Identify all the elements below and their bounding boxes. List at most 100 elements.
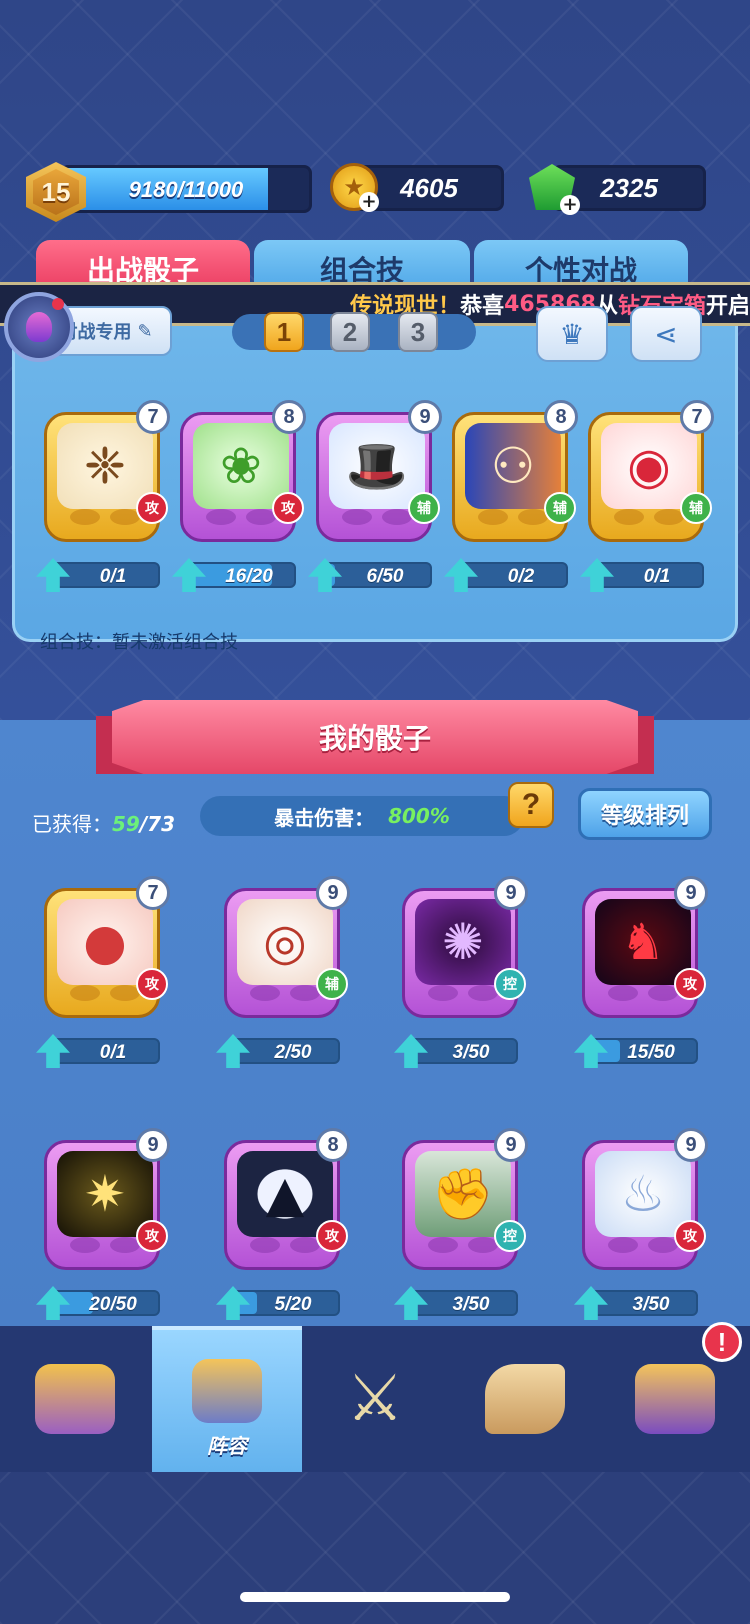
crown-button[interactable]: ♛ <box>536 306 608 362</box>
spellbook-icon <box>635 1364 715 1434</box>
dice-card[interactable]: ⚇ 8 辅 <box>452 400 578 552</box>
avatar-button[interactable] <box>4 292 74 362</box>
dice-progress-text: 6/50 <box>366 566 404 587</box>
deck-page-1-button[interactable]: 1 <box>264 312 304 352</box>
dice-level-badge: 9 <box>408 400 442 434</box>
dice-level-badge: 8 <box>544 400 578 434</box>
notification-dot <box>52 298 64 310</box>
ticker-text: 恭喜 <box>460 294 505 319</box>
dice-card[interactable]: ✺ 9 控 <box>402 876 528 1028</box>
plus-icon: + <box>560 195 580 215</box>
nav-lineup[interactable]: 阵容 <box>152 1326 302 1472</box>
dice-role-tag: 攻 <box>674 968 706 1000</box>
bandaged-fist-icon: ✊ <box>415 1151 511 1237</box>
crit-label: 暴击伤害： <box>274 805 375 830</box>
page-number: 1 <box>276 316 292 347</box>
dice-role-tag: 辅 <box>316 968 348 1000</box>
share-button[interactable]: ⋖ <box>630 306 702 362</box>
dice-card[interactable]: ● 7 攻 <box>44 876 170 1028</box>
dice-face-glyph: ◎ <box>263 913 307 971</box>
meat-icon: ● <box>57 899 153 985</box>
dice-face-glyph: ❀ <box>220 437 262 495</box>
dice-face-glyph: 🎩 <box>345 436 409 495</box>
home-indicator <box>240 1592 510 1602</box>
dice-progress-text: 0/1 <box>643 566 671 587</box>
dice-pips <box>609 509 689 527</box>
dice-progress-text: 3/50 <box>452 1294 490 1315</box>
deck-page-3-button[interactable]: 3 <box>398 312 438 352</box>
nav-quests[interactable] <box>450 1326 600 1472</box>
dice-pips <box>473 509 553 527</box>
page-number: 2 <box>342 316 358 347</box>
dice-card[interactable]: ◎ 9 辅 <box>224 876 350 1028</box>
dice-card[interactable]: ◉ 7 辅 <box>588 400 714 552</box>
twin-silhouette-icon: ⚇ <box>465 423 561 509</box>
dice-pips <box>423 1237 503 1255</box>
spiky-hair-icon: ❈ <box>57 423 153 509</box>
demon-mask-icon: ♞ <box>595 899 691 985</box>
dice-body: ✷ <box>44 1140 160 1270</box>
obtained-total: /73 <box>139 812 175 836</box>
crossed-swords-icon: ⚔ <box>346 1362 404 1436</box>
dice-role-tag: 辅 <box>680 492 712 524</box>
dice-face-glyph: ⚇ <box>490 437 536 495</box>
dice-role-tag: 攻 <box>674 1220 706 1252</box>
dice-role-tag: 控 <box>494 1220 526 1252</box>
dice-role-tag: 攻 <box>272 492 304 524</box>
nav-shop[interactable] <box>0 1326 150 1472</box>
dice-card[interactable]: 🎩 9 辅 <box>316 400 442 552</box>
dice-pips <box>603 1237 683 1255</box>
dice-card[interactable]: ✷ 9 攻 <box>44 1128 170 1280</box>
level-number: 15 <box>33 169 79 215</box>
dice-card[interactable]: ❈ 7 攻 <box>44 400 170 552</box>
dice-progress-text: 0/1 <box>99 566 127 587</box>
dice-pips <box>423 985 503 1003</box>
dice-face-glyph: ● <box>83 913 127 971</box>
dice-progress-text: 16/20 <box>225 566 273 587</box>
dice-card[interactable]: ♞ 9 攻 <box>582 876 708 1028</box>
dice-progress-text: 20/50 <box>89 1294 137 1315</box>
coin-amount: 4605 <box>400 172 458 203</box>
dice-card[interactable]: ✊ 9 控 <box>402 1128 528 1280</box>
my-dice-ribbon: 我的骰子 <box>112 700 638 774</box>
dice-card[interactable]: ❀ 8 攻 <box>180 400 306 552</box>
dice-role-tag: 攻 <box>136 968 168 1000</box>
dice-body: ⚇ <box>452 412 568 542</box>
red-hat-icon: ◉ <box>601 423 697 509</box>
howling-wolf-icon: ▲ <box>237 1151 333 1237</box>
rune-circle-icon: ✷ <box>57 1151 153 1237</box>
xp-text: 9180/11000 <box>128 177 244 202</box>
dice-pips <box>65 509 145 527</box>
dice-body: ❈ <box>44 412 160 542</box>
crown-icon: ♛ <box>559 317 585 351</box>
share-icon: ⋖ <box>654 317 678 351</box>
dice-progress-text: 5/20 <box>274 1294 312 1315</box>
crit-value: 800% <box>388 804 450 828</box>
help-button[interactable]: ? <box>508 782 554 828</box>
dice-level-badge: 7 <box>136 876 170 910</box>
nav-battle[interactable]: ⚔ <box>300 1326 450 1472</box>
dice-progress-text: 0/1 <box>99 1042 127 1063</box>
dice-role-tag: 攻 <box>316 1220 348 1252</box>
dice-progress-text: 0/2 <box>507 566 535 587</box>
sort-by-level-button[interactable]: 等级排列 <box>578 788 712 840</box>
dice-role-tag: 攻 <box>136 1220 168 1252</box>
dice-card[interactable]: ♨ 9 攻 <box>582 1128 708 1280</box>
dice-face-glyph: ✷ <box>84 1165 126 1223</box>
coin-add-button[interactable]: ★ + <box>330 163 379 212</box>
dice-card[interactable]: ▲ 8 攻 <box>224 1128 350 1280</box>
dice-body: ♨ <box>582 1140 698 1270</box>
dice-body: ▲ <box>224 1140 340 1270</box>
obtained-count: 已获得：59/73 <box>32 808 175 837</box>
dice-face-glyph: ✊ <box>431 1164 495 1223</box>
potion-icon <box>26 312 52 342</box>
dice-level-badge: 9 <box>674 876 708 910</box>
dice-body: ✺ <box>402 888 518 1018</box>
dice-pips <box>65 985 145 1003</box>
deck-page-2-button[interactable]: 2 <box>330 312 370 352</box>
nav-label-lineup: 阵容 <box>207 1434 247 1458</box>
scroll-quill-icon <box>485 1364 565 1434</box>
gem-add-button[interactable]: + <box>528 163 580 215</box>
dice-level-badge: 9 <box>674 1128 708 1162</box>
dice-role-tag: 控 <box>494 968 526 1000</box>
